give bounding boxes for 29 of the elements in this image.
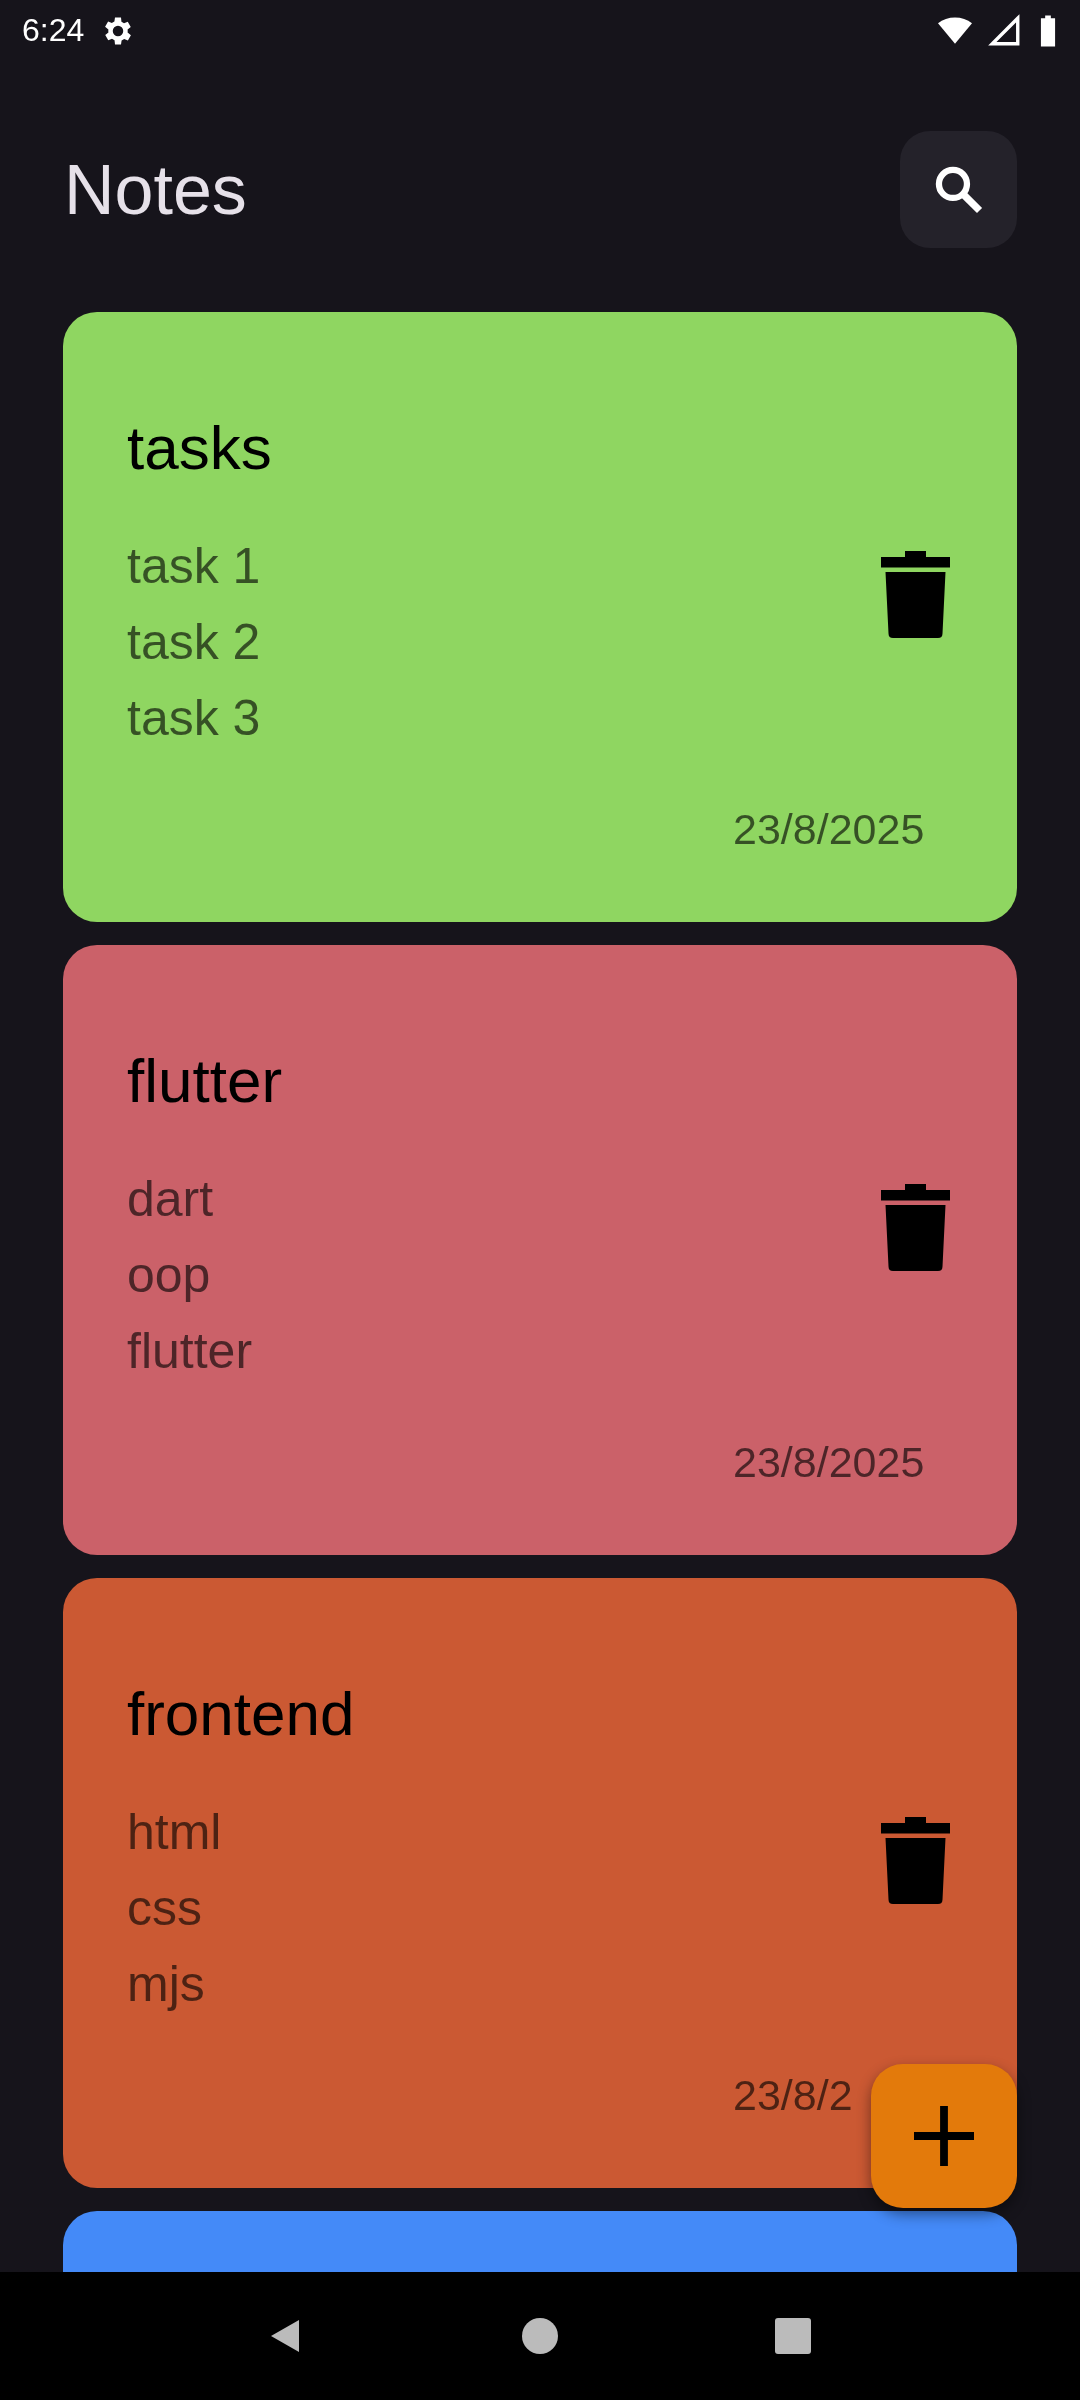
note-line: flutter (127, 1322, 253, 1381)
note-title: tasks (127, 412, 273, 484)
note-date: 23/8/2 (733, 2070, 854, 2121)
note-line: task 3 (127, 689, 261, 748)
note-line: css (127, 1879, 203, 1938)
delete-icon[interactable] (881, 551, 950, 638)
search-button[interactable] (900, 131, 1017, 248)
delete-icon[interactable] (881, 1184, 950, 1271)
note-date: 23/8/2025 (733, 804, 926, 855)
note-card[interactable]: flutter dart oop flutter 23/8/2025 (63, 945, 1017, 1555)
recents-icon[interactable] (773, 2316, 814, 2356)
note-line: task 2 (127, 613, 261, 672)
status-time: 6:24 (22, 12, 85, 49)
signal-icon (988, 13, 1022, 48)
note-card[interactable]: tasks task 1 task 2 task 3 23/8/2025 (63, 312, 1017, 922)
note-line: oop (127, 1246, 212, 1305)
note-line: mjs (127, 1955, 206, 2014)
page-title: Notes (64, 149, 247, 230)
note-date: 23/8/2025 (733, 1437, 926, 1488)
home-icon[interactable] (520, 2316, 560, 2356)
add-button[interactable] (871, 2064, 1017, 2208)
note-line: html (127, 1803, 222, 1862)
note-title: frontend (127, 1678, 356, 1750)
battery-icon (1038, 13, 1058, 48)
delete-icon[interactable] (881, 1817, 950, 1904)
note-line: task 1 (127, 537, 261, 596)
note-line: dart (127, 1170, 215, 1229)
note-card[interactable]: frontend html css mjs 23/8/2 (63, 1578, 1017, 2188)
note-title: flutter (127, 1045, 284, 1117)
